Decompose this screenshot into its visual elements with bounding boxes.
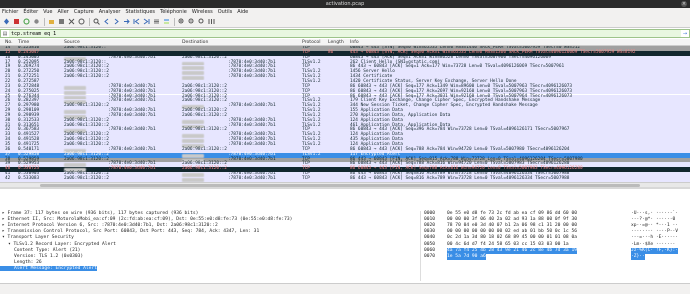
open-file-icon[interactable] — [47, 17, 56, 26]
detail-node-label: ▸ Frame 37: 117 bytes on wire (936 bits)… — [2, 211, 199, 216]
menu-bar: Fichier Éditer Vue Aller Capture Analyser Stat… — [0, 8, 690, 16]
zoom-reset-icon[interactable] — [197, 17, 206, 26]
toolbar-separator — [174, 17, 175, 26]
menu-item[interactable]: Aller — [58, 9, 69, 15]
status-bar — [0, 283, 690, 294]
colorize-icon[interactable] — [162, 17, 171, 26]
toolbar-separator — [44, 17, 45, 26]
window-title: activation.pcap — [325, 1, 365, 7]
menu-item[interactable]: Fichier — [2, 9, 18, 15]
start-capture-icon[interactable] — [2, 17, 11, 26]
go-forward-icon[interactable] — [112, 17, 121, 26]
zoom-out-icon[interactable] — [187, 17, 196, 26]
close-file-icon[interactable] — [67, 17, 76, 26]
packet-list: 14 0.223810 2a06:98c1:3120:: TCP 60843 → 443… — [0, 46, 690, 182]
display-filter-bar: ▤ → — [0, 29, 690, 38]
column-header-info[interactable]: Info — [350, 39, 359, 46]
byte-hex: 1e 5a 7d 90 a6 — [447, 253, 486, 260]
detail-node-label: Length: 26 — [14, 259, 42, 265]
packet-list-header: No. Time Source Destination Protocol Len… — [0, 39, 690, 46]
zoom-in-icon[interactable] — [177, 17, 186, 26]
menu-item[interactable]: Capture — [74, 9, 94, 15]
column-header-source[interactable]: Source — [64, 39, 80, 46]
pane-splitter[interactable] — [0, 187, 690, 189]
detail-node-label: ▾ Transport Layer Security — [2, 235, 74, 241]
packet-bytes-pane: 0000 0e 55 e0 d8 fe 73 2c fd ab ea cf 09 … — [420, 211, 690, 281]
menu-item[interactable]: Outils — [218, 9, 232, 15]
byte-offset: 0070 — [424, 253, 436, 259]
main-toolbar — [0, 16, 690, 28]
detail-node-label: ▸ Internet Protocol Version 6, Src: :787… — [2, 223, 218, 229]
resize-columns-icon[interactable] — [207, 17, 216, 26]
menu-item[interactable]: Téléphonie — [160, 9, 187, 15]
go-to-packet-icon[interactable] — [122, 17, 131, 26]
capture-options-icon[interactable] — [32, 17, 41, 26]
menu-item[interactable]: Aide — [237, 9, 248, 15]
bytes-row[interactable]: 0070 1e 5a 7d 90 a6 ·Z}·· — [421, 253, 690, 260]
detail-node-label: ▸ Ethernet II, Src: MotorolaMobi_ea:cf:0… — [2, 217, 293, 223]
menu-item[interactable]: Analyser — [99, 9, 121, 15]
reload-icon[interactable] — [77, 17, 86, 26]
save-file-icon[interactable] — [57, 17, 66, 26]
last-packet-icon[interactable] — [142, 17, 151, 26]
detail-node-label: ▾ TLSv1.2 Record Layer: Encrypted Alert — [8, 241, 116, 247]
column-header-protocol[interactable]: Protocol — [302, 39, 321, 46]
title-bar: activation.pcap × — [0, 0, 690, 8]
column-header-destination[interactable]: Destination — [182, 39, 208, 46]
autoscroll-icon[interactable] — [152, 17, 161, 26]
restart-capture-icon[interactable] — [22, 17, 31, 26]
menu-item[interactable]: Wireless — [192, 9, 213, 15]
close-icon[interactable]: × — [681, 1, 687, 7]
go-back-icon[interactable] — [102, 17, 111, 26]
first-packet-icon[interactable] — [132, 17, 141, 26]
detail-node-label: Version: TLS 1.2 (0x0303) — [14, 253, 84, 259]
menu-item[interactable]: Éditer — [23, 9, 38, 15]
packet-details-pane: ▸ Frame 37: 117 bytes on wire (936 bits)… — [0, 211, 420, 281]
apply-filter-icon[interactable]: → — [681, 31, 689, 37]
stop-capture-icon[interactable] — [12, 17, 21, 26]
find-packet-icon[interactable] — [92, 17, 101, 26]
detail-tree-node[interactable]: Alert Message: Encrypted Alert — [0, 265, 420, 272]
column-header-length[interactable]: Length — [328, 39, 344, 46]
menu-item[interactable]: Vue — [43, 9, 52, 15]
column-header-time[interactable]: Time — [18, 39, 29, 46]
detail-node-label: Alert Message: Encrypted Alert — [0, 265, 97, 271]
filter-bookmark-icon[interactable]: ▤ — [1, 31, 9, 37]
byte-ascii: ·Z}·· — [631, 253, 645, 260]
menu-item[interactable]: Statistiques — [125, 9, 155, 15]
column-header-no[interactable]: No. — [5, 39, 13, 46]
toolbar-separator — [89, 17, 90, 26]
detail-node-label: ▸ Transmission Control Protocol, Src Por… — [2, 229, 260, 235]
detail-node-label: Content Type: Alert (21) — [14, 247, 81, 253]
display-filter-input[interactable] — [9, 30, 681, 37]
